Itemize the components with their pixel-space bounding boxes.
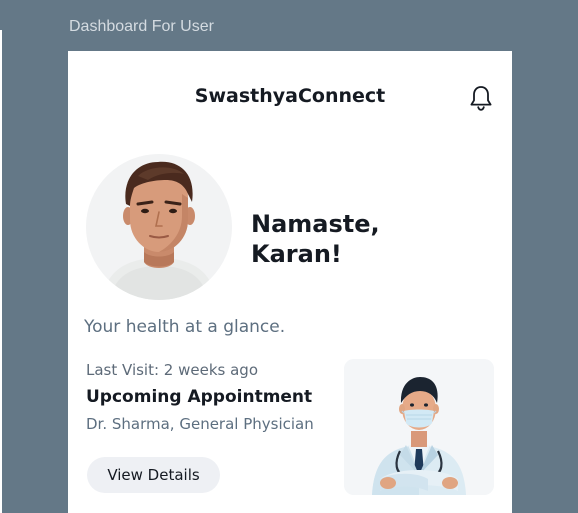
adjacent-frame-edge bbox=[0, 30, 2, 513]
doctor-illustration bbox=[344, 359, 494, 495]
view-details-button[interactable]: View Details bbox=[87, 457, 220, 493]
greeting-user-name: Karan! bbox=[251, 240, 342, 268]
health-tagline: Your health at a glance. bbox=[84, 317, 286, 337]
appointment-info: Last Visit: 2 weeks ago Upcoming Appoint… bbox=[86, 361, 346, 433]
doctor-name: Dr. Sharma, General Physician bbox=[86, 415, 314, 433]
greeting: Namaste, Karan! bbox=[251, 209, 491, 269]
frame-label: Dashboard For User bbox=[69, 18, 214, 35]
app-title: SwasthyaConnect bbox=[194, 85, 386, 107]
appointment-title: Upcoming Appointment bbox=[86, 387, 313, 407]
user-avatar bbox=[86, 154, 232, 300]
greeting-line-1: Namaste, bbox=[251, 210, 380, 238]
bell-icon[interactable] bbox=[468, 84, 494, 112]
last-visit-text: Last Visit: 2 weeks ago bbox=[86, 361, 258, 379]
dashboard-card: SwasthyaConnect Namaste, Karan! Your hea… bbox=[68, 51, 512, 513]
